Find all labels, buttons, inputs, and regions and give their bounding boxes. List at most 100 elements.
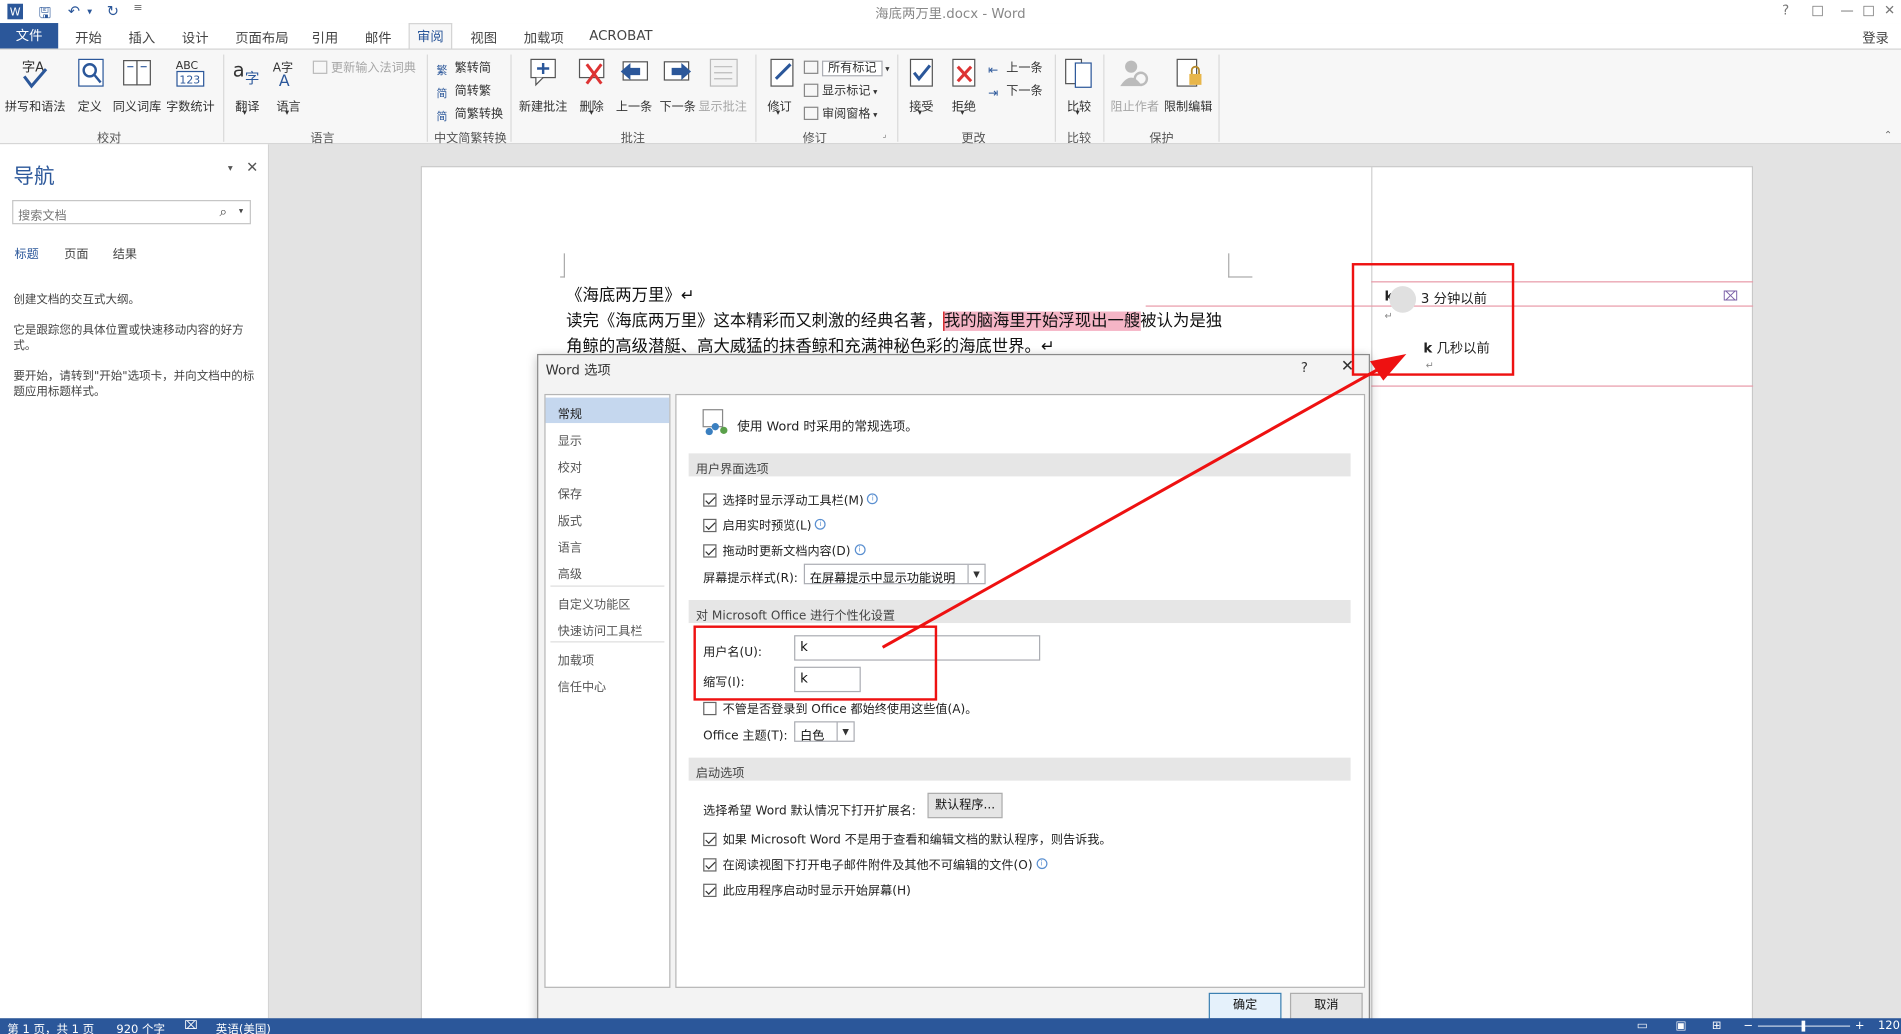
zoom-in-icon[interactable]: +	[1855, 1019, 1865, 1032]
category-display[interactable]: 显示	[546, 424, 670, 449]
title-bar: W 🖫 ↶ ▾ ↻ ≡ 海底两万里.docx - Word ? □ — □ ✕	[0, 0, 1901, 24]
group-comments: 批注	[620, 132, 645, 146]
word-count[interactable]: 920 个字	[116, 1019, 165, 1034]
option-mini-toolbar[interactable]: 选择时显示浮动工具栏(M) i	[703, 490, 879, 508]
category-general[interactable]: 常规	[545, 397, 670, 424]
next-change-label: 下一条	[1006, 84, 1043, 99]
checkbox-always-use[interactable]	[703, 701, 717, 716]
category-advanced[interactable]: 高级	[546, 558, 670, 583]
markup-select[interactable]: 所有标记 ▾	[803, 57, 890, 77]
tab-review[interactable]: 审阅	[408, 23, 453, 50]
previous-change-label: 上一条	[1006, 61, 1043, 76]
category-save[interactable]: 保存	[546, 478, 670, 503]
ok-button[interactable]: 确定	[1208, 992, 1282, 1020]
trad-to-simp-button[interactable]: 繁繁转简	[436, 57, 491, 78]
word-count-icon: ABC 123	[176, 59, 205, 87]
category-addins[interactable]: 加载项	[546, 644, 670, 669]
category-trust-center[interactable]: 信任中心	[546, 670, 670, 695]
search-icon[interactable]: ⌕	[219, 204, 226, 221]
category-layout[interactable]: 版式	[546, 504, 670, 529]
category-quick-access[interactable]: 快速访问工具栏	[546, 615, 670, 640]
chevron-down-icon: ▼	[836, 722, 854, 741]
proofing-status-icon[interactable]: ⌧	[184, 1019, 197, 1032]
show-markup-button[interactable]: 显示标记 ▾	[803, 80, 877, 98]
nav-tab-pages[interactable]: 页面	[64, 244, 88, 261]
thesaurus-label: 同义词库	[112, 100, 162, 114]
option-start-screen[interactable]: 此应用程序启动时显示开始屏幕(H)	[703, 880, 911, 898]
category-customize-ribbon[interactable]: 自定义功能区	[546, 588, 670, 613]
tab-references[interactable]: 引用	[312, 28, 339, 47]
option-reading-view[interactable]: 在阅读视图下打开电子邮件附件及其他不可编辑的文件(O) i	[703, 855, 1048, 873]
markup-value: 所有标记	[821, 60, 883, 77]
read-mode-icon[interactable]: ▭	[1637, 1019, 1648, 1032]
page-count[interactable]: 第 1 页，共 1 页	[7, 1019, 94, 1034]
help-button[interactable]: ?	[1782, 2, 1789, 18]
option-default-program[interactable]: 如果 Microsoft Word 不是用于查看和编辑文档的默认程序，则告诉我。	[703, 829, 1111, 847]
category-proofing[interactable]: 校对	[546, 451, 670, 476]
margin-mark	[1228, 253, 1253, 278]
screentip-select[interactable]: 在屏幕提示中显示功能说明 ▼	[803, 563, 986, 585]
cancel-button[interactable]: 取消	[1289, 992, 1363, 1020]
markup-icon	[803, 60, 819, 74]
reply-comment-icon[interactable]: ⌧	[1723, 289, 1738, 305]
simp-to-trad-button[interactable]: 简简转繁	[436, 80, 491, 101]
next-change-button[interactable]: ⇥ 下一条	[988, 80, 1043, 101]
tab-layout[interactable]: 页面布局	[235, 28, 288, 47]
nav-search-input[interactable]: 搜索文档 ⌕ ▾	[12, 200, 251, 225]
nav-options-icon[interactable]: ▾	[228, 162, 233, 173]
print-layout-icon[interactable]: ▣	[1675, 1019, 1686, 1032]
option-always-use[interactable]: 不管是否登录到 Office 都始终使用这些值(A)。	[703, 698, 977, 716]
dialog-help-button[interactable]: ?	[1301, 360, 1308, 376]
nav-close-icon[interactable]: ✕	[246, 159, 258, 176]
web-layout-icon[interactable]: ⊞	[1712, 1019, 1722, 1032]
search-dropdown-icon[interactable]: ▾	[239, 206, 243, 216]
tab-design[interactable]: 设计	[182, 28, 209, 47]
collapse-ribbon-icon[interactable]: ⌃	[1884, 130, 1892, 141]
track-changes-icon	[770, 58, 794, 87]
theme-select[interactable]: 白色 ▼	[794, 721, 855, 743]
checkbox-update-content[interactable]	[703, 544, 717, 558]
checkbox-start-screen[interactable]	[703, 883, 717, 898]
zoom-out-icon[interactable]: −	[1743, 1019, 1753, 1032]
tab-acrobat[interactable]: ACROBAT	[589, 28, 652, 44]
tab-mailings[interactable]: 邮件	[365, 28, 392, 47]
ribbon: 字A 拼写和语法 定义 同义词库 ABC 123 字数统计 校对 a字 翻译 ▾ …	[0, 48, 1901, 146]
option-update-content[interactable]: 拖动时更新文档内容(D) i	[703, 541, 866, 559]
tab-insert[interactable]: 插入	[129, 28, 156, 47]
sign-in-link[interactable]: 登录	[1862, 28, 1889, 47]
tab-file[interactable]: 文件	[0, 23, 59, 49]
mini-toolbar-label: 选择时显示浮动工具栏(M)	[722, 494, 864, 508]
conversion-icon: 简	[436, 111, 448, 124]
nav-help-text-3: 要开始，请转到"开始"选项卡，并向文档中的标题应用标题样式。	[13, 369, 255, 399]
checkbox-live-preview[interactable]	[703, 518, 717, 533]
tab-home[interactable]: 开始	[75, 28, 102, 47]
tracking-launcher-icon[interactable]: ⌟	[883, 130, 887, 140]
always-use-label: 不管是否登录到 Office 都始终使用这些值(A)。	[722, 703, 978, 717]
reviewing-pane-button[interactable]: 审阅窗格 ▾	[803, 103, 877, 121]
minimize-button[interactable]: —	[1840, 2, 1853, 18]
info-icon: i	[867, 493, 879, 505]
checkbox-default-program[interactable]	[703, 832, 717, 847]
close-button[interactable]: ✕	[1884, 2, 1895, 18]
language-status[interactable]: 英语(美国)	[216, 1019, 271, 1034]
maximize-button[interactable]: □	[1862, 2, 1875, 18]
update-ime-button[interactable]: 更新输入法词典	[312, 57, 416, 75]
previous-change-button[interactable]: ⇤ 上一条	[988, 57, 1043, 78]
tab-view[interactable]: 视图	[470, 28, 497, 47]
checkbox-mini-toolbar[interactable]	[703, 493, 717, 507]
spelling-icon: 字A	[22, 60, 48, 89]
commented-text[interactable]: 我的脑海里开始浮现出一艘	[942, 311, 1141, 331]
option-live-preview[interactable]: 启用实时预览(L) i	[703, 515, 827, 533]
zoom-slider-thumb[interactable]	[1801, 1020, 1806, 1032]
ribbon-display-button[interactable]: □	[1811, 2, 1824, 18]
conversion-button[interactable]: 简简繁转换	[436, 103, 503, 124]
zoom-level[interactable]: 120	[1878, 1019, 1900, 1032]
compare-dropdown-icon: ▾	[1075, 107, 1080, 118]
category-language[interactable]: 语言	[546, 531, 670, 556]
default-programs-button[interactable]: 默认程序...	[927, 792, 1003, 819]
annotation-box-username	[693, 625, 938, 701]
nav-tab-results[interactable]: 结果	[113, 244, 137, 261]
tab-addins[interactable]: 加载项	[524, 28, 564, 47]
nav-tab-headings[interactable]: 标题	[15, 244, 39, 261]
checkbox-reading-view[interactable]	[703, 858, 717, 872]
